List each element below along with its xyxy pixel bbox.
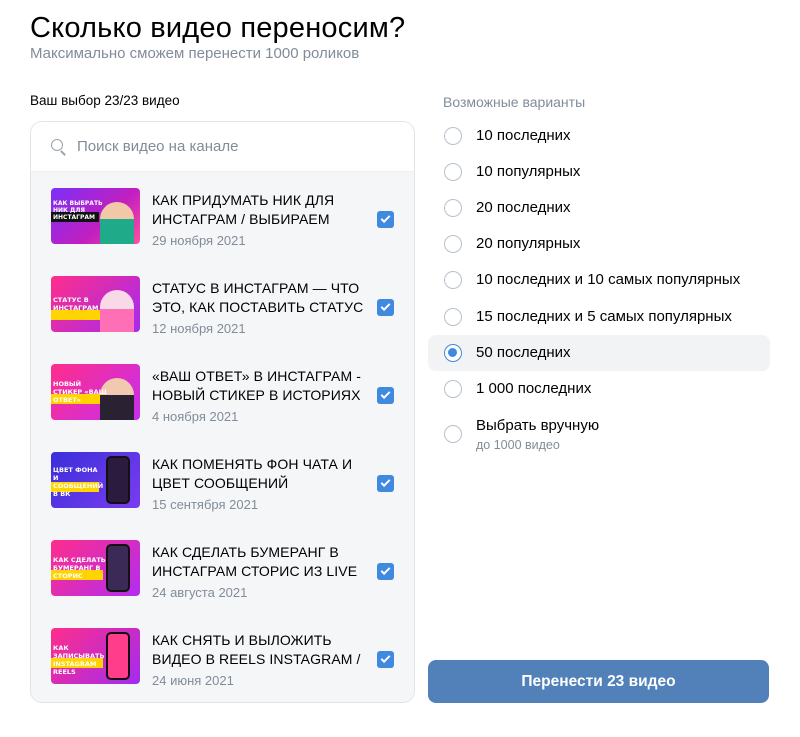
option-10-latest[interactable]: 10 последних — [428, 118, 770, 154]
radio-button[interactable] — [444, 199, 462, 217]
checkmark-icon — [380, 213, 391, 224]
option-label: 50 последних — [476, 344, 571, 361]
video-thumbnail: КАК ВЫБРАТЬ НИК ДЛЯ ИНСТАГРАМ — [51, 188, 140, 244]
video-checkbox[interactable] — [377, 387, 394, 404]
radio-button[interactable] — [444, 235, 462, 253]
video-title: Как сделать бумеранг в Инстаграм сторис … — [152, 544, 358, 579]
option-20-popular[interactable]: 20 популярных — [428, 226, 770, 262]
video-thumbnail: СТАТУС В ИНСТАГРАМ — [51, 276, 140, 332]
video-checkbox[interactable] — [377, 211, 394, 228]
video-picker-panel: КАК ВЫБРАТЬ НИК ДЛЯ ИНСТАГРАМ Как придум… — [30, 121, 415, 703]
video-thumbnail: ЦВЕТ ФОНА И СООБЩЕНИЙ В ВК — [51, 452, 140, 508]
checkmark-icon — [380, 477, 391, 488]
checkmark-icon — [380, 389, 391, 400]
selection-count-label: Ваш выбор 23/23 видео — [30, 93, 180, 108]
video-checkbox[interactable] — [377, 299, 394, 316]
thumbnail-caption: КАК ЗАПИСЫВАТЬ INSTAGRAM REELS — [53, 644, 105, 676]
option-50-latest[interactable]: 50 последних — [428, 335, 770, 371]
video-date: 24 июня 2021 — [152, 673, 234, 688]
search-bar — [31, 122, 414, 172]
radio-button[interactable] — [444, 425, 462, 443]
video-list: КАК ВЫБРАТЬ НИК ДЛЯ ИНСТАГРАМ Как придум… — [31, 172, 414, 702]
checkmark-icon — [380, 301, 391, 312]
video-thumbnail: НОВЫЙ СТИКЕР «ВАШ ОТВЕТ» — [51, 364, 140, 420]
radio-button[interactable] — [444, 127, 462, 145]
video-date: 24 августа 2021 — [152, 585, 248, 600]
option-10-latest-10-popular[interactable]: 10 последних и 10 самых популярных — [428, 262, 770, 298]
checkmark-icon — [380, 653, 391, 664]
video-checkbox[interactable] — [377, 651, 394, 668]
radio-button[interactable] — [444, 380, 462, 398]
video-date: 12 ноября 2021 — [152, 321, 246, 336]
options-label: Возможные варианты — [443, 94, 586, 110]
thumbnail-caption: КАК ВЫБРАТЬ НИК ДЛЯ ИНСТАГРАМ — [53, 200, 103, 221]
video-list-item[interactable]: КАК ВЫБРАТЬ НИК ДЛЯ ИНСТАГРАМ Как придум… — [31, 172, 414, 260]
option-manual-select[interactable]: Выбрать вручную до 1000 видео — [428, 408, 770, 458]
video-date: 4 ноября 2021 — [152, 409, 239, 424]
option-20-latest[interactable]: 20 последних — [428, 190, 770, 226]
video-list-item[interactable]: НОВЫЙ СТИКЕР «ВАШ ОТВЕТ» «Ваш ответ» в И… — [31, 348, 414, 436]
video-list-item[interactable]: СТАТУС В ИНСТАГРАМ Статус в Инстаграм — … — [31, 260, 414, 348]
video-list-item[interactable]: КАК СДЕЛАТЬ БУМЕРАНГ В СТОРИС Как сделат… — [31, 524, 414, 612]
video-list-item[interactable]: ЦВЕТ ФОНА И СООБЩЕНИЙ В ВК Как поменять … — [31, 436, 414, 524]
page-subtitle: Максимально сможем перенести 1000 ролико… — [30, 45, 360, 62]
video-checkbox[interactable] — [377, 563, 394, 580]
option-label: 20 популярных — [476, 235, 581, 252]
thumbnail-caption: НОВЫЙ СТИКЕР «ВАШ ОТВЕТ» — [53, 380, 107, 404]
video-title: «Ваш ответ» в Инстаграм - новый стикер в… — [152, 368, 361, 403]
video-title: Как снять и выложить видео в Reels Insta… — [152, 632, 361, 667]
radio-button[interactable] — [444, 271, 462, 289]
option-label: 10 популярных — [476, 163, 581, 180]
option-label: 10 последних — [476, 127, 571, 144]
video-thumbnail: КАК ЗАПИСЫВАТЬ INSTAGRAM REELS — [51, 628, 140, 684]
search-icon — [51, 138, 67, 156]
option-label: 10 последних и 10 самых популярных — [476, 271, 741, 288]
video-list-item[interactable]: КАК ЗАПИСЫВАТЬ INSTAGRAM REELS Как снять… — [31, 612, 414, 700]
thumbnail-caption: КАК СДЕЛАТЬ БУМЕРАНГ В СТОРИС — [53, 556, 106, 580]
search-input[interactable] — [77, 138, 397, 155]
video-checkbox[interactable] — [377, 475, 394, 492]
video-date: 29 ноября 2021 — [152, 233, 246, 248]
video-title: Статус в Инстаграм — что это, как постав… — [152, 280, 364, 315]
thumbnail-caption: ЦВЕТ ФОНА И СООБЩЕНИЙ В ВК — [53, 466, 104, 498]
option-label: Выбрать вручную — [476, 417, 600, 434]
checkmark-icon — [380, 565, 391, 576]
option-label: 1 000 последних — [476, 380, 592, 397]
option-label: 20 последних — [476, 199, 571, 216]
thumbnail-caption: СТАТУС В ИНСТАГРАМ — [53, 296, 99, 312]
radio-button-selected[interactable] — [444, 344, 462, 362]
option-hint: до 1000 видео — [476, 438, 560, 452]
option-10-popular[interactable]: 10 популярных — [428, 154, 770, 190]
option-1000-latest[interactable]: 1 000 последних — [428, 371, 770, 407]
video-date: 15 сентября 2021 — [152, 497, 259, 512]
video-title: Как придумать ник для Инстаграм / Выбира… — [152, 192, 335, 227]
page-title: Сколько видео переносим? — [30, 12, 406, 44]
option-15-latest-5-popular[interactable]: 15 последних и 5 самых популярных — [428, 299, 770, 335]
option-label: 15 последних и 5 самых популярных — [476, 308, 732, 325]
video-title: Как поменять фон чата и цвет сообщений — [152, 456, 353, 491]
video-thumbnail: КАК СДЕЛАТЬ БУМЕРАНГ В СТОРИС — [51, 540, 140, 596]
radio-button[interactable] — [444, 163, 462, 181]
transfer-videos-button[interactable]: Перенести 23 видео — [428, 660, 769, 703]
radio-button[interactable] — [444, 308, 462, 326]
